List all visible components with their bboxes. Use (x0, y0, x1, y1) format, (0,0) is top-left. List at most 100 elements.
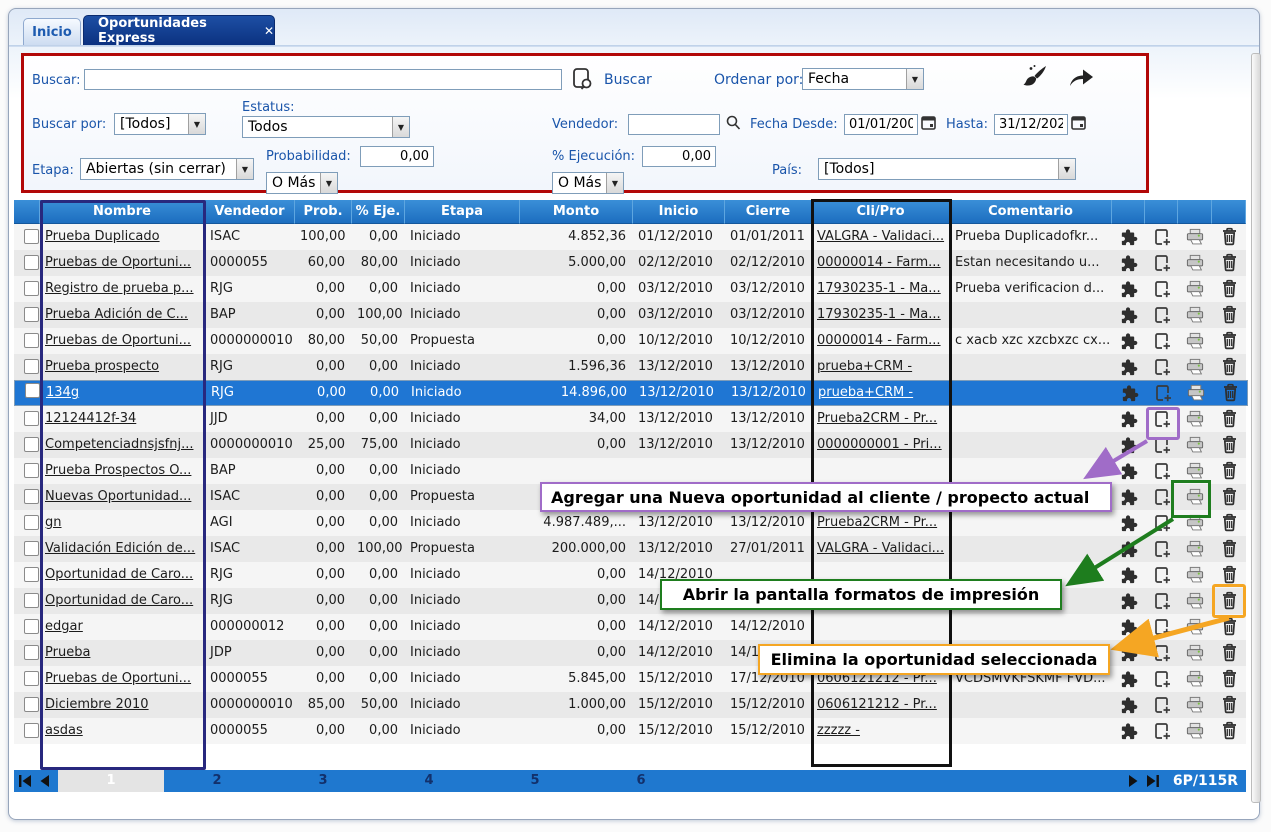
calendar-icon[interactable] (1070, 114, 1087, 135)
add-opportunity-icon[interactable] (1153, 383, 1173, 403)
printer-icon[interactable] (1185, 539, 1205, 559)
puzzle-icon[interactable] (1119, 643, 1139, 663)
search-icon[interactable] (724, 114, 742, 136)
client-prospect-link[interactable]: zzzzz - (817, 723, 860, 738)
client-prospect-link[interactable]: Prueba2CRM - Pr... (817, 515, 937, 530)
column-header-7[interactable]: Cierre (725, 200, 812, 224)
opportunity-name-link[interactable]: Pruebas de Oportuni... (45, 255, 191, 270)
page-button-5[interactable]: 5 (482, 770, 588, 792)
client-prospect-link[interactable]: prueba+CRM - (817, 359, 912, 374)
row-checkbox[interactable] (24, 463, 39, 478)
opportunity-name-link[interactable]: Pruebas de Oportuni... (45, 333, 191, 348)
client-prospect-link[interactable]: prueba+CRM - (818, 385, 913, 400)
puzzle-icon[interactable] (1119, 409, 1139, 429)
column-header-5[interactable]: Monto (520, 200, 633, 224)
printer-icon[interactable] (1185, 487, 1205, 507)
client-prospect-link[interactable]: 17930235-1 - Ma... (817, 307, 941, 322)
table-row[interactable]: Pruebas de Oportuni...000000001080,0050,… (14, 328, 1246, 354)
trash-icon[interactable] (1219, 435, 1239, 455)
opportunity-name-link[interactable]: Diciembre 2010 (45, 697, 149, 712)
row-checkbox[interactable] (24, 515, 39, 530)
printer-icon[interactable] (1185, 513, 1205, 533)
trash-icon[interactable] (1219, 695, 1239, 715)
add-opportunity-icon[interactable] (1152, 305, 1172, 325)
forward-arrow-icon[interactable] (1068, 65, 1096, 93)
hasta-input[interactable] (994, 114, 1068, 135)
vendedor-input[interactable] (628, 114, 720, 135)
puzzle-icon[interactable] (1119, 227, 1139, 247)
table-row[interactable]: 12124412f-34JJD0,000,00Iniciado34,0013/1… (14, 406, 1246, 432)
last-page-icon[interactable] (1145, 773, 1161, 789)
opportunity-name-link[interactable]: Nuevas Oportunidad... (45, 489, 191, 504)
puzzle-icon[interactable] (1119, 357, 1139, 377)
probabilidad-operator-select[interactable]: O Más▼ (266, 172, 338, 194)
page-button-4[interactable]: 4 (376, 770, 482, 792)
puzzle-icon[interactable] (1119, 253, 1139, 273)
opportunity-name-link[interactable]: Prueba prospecto (45, 359, 159, 374)
add-opportunity-icon[interactable] (1152, 227, 1172, 247)
row-checkbox[interactable] (24, 411, 39, 426)
row-checkbox[interactable] (24, 255, 39, 270)
trash-icon[interactable] (1219, 513, 1239, 533)
add-opportunity-icon[interactable] (1152, 513, 1172, 533)
search-document-icon[interactable] (570, 66, 596, 96)
client-prospect-link[interactable]: 17930235-1 - Ma... (817, 281, 941, 296)
table-row[interactable]: Competenciadnsjsfnj...000000001025,0075,… (14, 432, 1246, 458)
add-opportunity-icon[interactable] (1152, 669, 1172, 689)
next-page-icon[interactable] (1126, 773, 1142, 789)
add-opportunity-icon[interactable] (1152, 409, 1172, 429)
puzzle-icon[interactable] (1119, 305, 1139, 325)
clean-filters-broom-icon[interactable] (1020, 62, 1050, 96)
tab-close-icon[interactable]: ✕ (264, 24, 274, 38)
row-checkbox[interactable] (24, 671, 39, 686)
client-prospect-link[interactable]: Prueba2CRM - Pr... (817, 411, 937, 426)
puzzle-icon[interactable] (1119, 279, 1139, 299)
table-row[interactable]: Registro de prueba p...RJG0,000,00Inicia… (14, 276, 1246, 302)
table-row[interactable]: asdas00000550,000,00Iniciado0,0015/12/20… (14, 718, 1246, 744)
ejecucion-operator-select[interactable]: O Más▼ (552, 172, 624, 194)
trash-icon[interactable] (1219, 409, 1239, 429)
trash-icon[interactable] (1219, 279, 1239, 299)
first-page-icon[interactable] (17, 773, 33, 789)
puzzle-icon[interactable] (1119, 617, 1139, 637)
row-checkbox[interactable] (24, 567, 39, 582)
page-button-1[interactable]: 1 (58, 770, 164, 792)
row-checkbox[interactable] (24, 489, 39, 504)
trash-icon[interactable] (1219, 565, 1239, 585)
trash-icon[interactable] (1219, 669, 1239, 689)
opportunity-name-link[interactable]: Prueba (45, 645, 90, 660)
trash-icon[interactable] (1219, 617, 1239, 637)
puzzle-icon[interactable] (1119, 721, 1139, 741)
printer-icon[interactable] (1185, 669, 1205, 689)
printer-icon[interactable] (1185, 643, 1205, 663)
opportunity-name-link[interactable]: 134g (46, 385, 79, 400)
table-row[interactable]: gnAGI0,000,00Iniciado4.987.489,...13/12/… (14, 510, 1246, 536)
trash-icon[interactable] (1219, 721, 1239, 741)
opportunity-name-link[interactable]: Prueba Adición de C... (45, 307, 188, 322)
row-checkbox[interactable] (25, 383, 40, 398)
printer-icon[interactable] (1185, 461, 1205, 481)
add-opportunity-icon[interactable] (1152, 643, 1172, 663)
trash-icon[interactable] (1220, 383, 1240, 403)
trash-icon[interactable] (1219, 253, 1239, 273)
opportunity-name-link[interactable]: edgar (45, 619, 83, 634)
calendar-icon[interactable] (920, 114, 937, 135)
add-opportunity-icon[interactable] (1152, 279, 1172, 299)
scrollbar[interactable] (1251, 53, 1261, 803)
row-checkbox[interactable] (24, 307, 39, 322)
column-header-2[interactable]: Prob. (295, 200, 352, 224)
tab-oportunidades-express[interactable]: Oportunidades Express ✕ (83, 15, 275, 45)
opportunity-name-link[interactable]: Prueba Duplicado (45, 229, 160, 244)
client-prospect-link[interactable]: 00000014 - Farm... (817, 255, 941, 270)
puzzle-icon[interactable] (1119, 487, 1139, 507)
table-row[interactable]: Prueba Prospectos O...BAP0,000,00Iniciad… (14, 458, 1246, 484)
trash-icon[interactable] (1219, 331, 1239, 351)
opportunity-name-link[interactable]: Prueba Prospectos O... (45, 463, 191, 478)
trash-icon[interactable] (1219, 487, 1239, 507)
add-opportunity-icon[interactable] (1152, 617, 1172, 637)
column-header-8[interactable]: Cli/Pro (812, 200, 950, 224)
add-opportunity-icon[interactable] (1152, 695, 1172, 715)
row-checkbox[interactable] (24, 541, 39, 556)
buscar-link[interactable]: Buscar (604, 72, 652, 88)
table-row[interactable]: Validación Edición de...ISAC0,00100,00Pr… (14, 536, 1246, 562)
